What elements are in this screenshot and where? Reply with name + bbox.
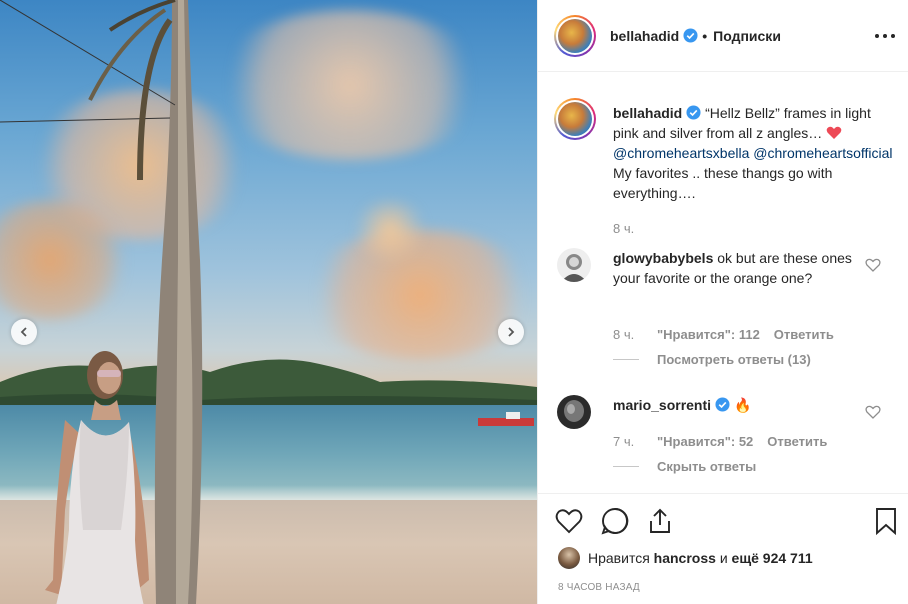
- separator-dot: •: [702, 27, 708, 44]
- comment-text: glowybabybels ok but are these ones your…: [613, 250, 852, 286]
- post-side-panel: bellahadid • Подписки bellahadid “Hellz …: [537, 0, 908, 604]
- person-figure: [45, 351, 149, 604]
- comment-likes[interactable]: "Нравится": 112: [657, 327, 760, 342]
- heart-icon[interactable]: [554, 506, 584, 536]
- view-replies-button[interactable]: Посмотреть ответы (13): [613, 352, 811, 367]
- reply-button[interactable]: Ответить: [767, 434, 827, 449]
- liker-avatar[interactable]: [558, 547, 580, 569]
- likes-count[interactable]: ещё 924 711: [732, 550, 813, 566]
- following-button[interactable]: Подписки: [713, 28, 781, 44]
- comment-icon[interactable]: [600, 506, 630, 536]
- verified-badge-icon: [683, 27, 698, 43]
- comment-meta: 7 ч. "Нравится": 52 Ответить: [613, 434, 827, 449]
- commenter-avatar[interactable]: [557, 395, 591, 429]
- comment-time[interactable]: 7 ч.: [613, 434, 657, 449]
- caption-avatar[interactable]: [554, 98, 596, 140]
- author-avatar[interactable]: [554, 14, 596, 57]
- author-username[interactable]: bellahadid: [610, 28, 698, 44]
- comment-username[interactable]: glowybabybels: [613, 250, 713, 266]
- caption-time[interactable]: 8 ч.: [613, 221, 634, 236]
- post-photo: [0, 0, 537, 604]
- next-photo-button[interactable]: [498, 319, 524, 345]
- comment-username[interactable]: mario_sorrenti: [613, 397, 711, 413]
- post-header: bellahadid • Подписки: [538, 0, 908, 72]
- more-options-icon[interactable]: [875, 26, 895, 46]
- caption-username[interactable]: bellahadid: [613, 105, 682, 121]
- comment-meta: 8 ч. "Нравится": 112 Ответить: [613, 327, 834, 342]
- chevron-right-icon: [508, 327, 515, 337]
- boat: [478, 412, 534, 426]
- caption-text: bellahadid “Hellz Bellz” frames in light…: [613, 103, 893, 203]
- photo-cloud: [350, 200, 430, 260]
- liker-username[interactable]: hancross: [654, 550, 716, 566]
- post-timestamp[interactable]: 8 ЧАСОВ НАЗАД: [558, 582, 640, 593]
- commenter-avatar[interactable]: [557, 248, 591, 282]
- mention-link[interactable]: @chromeheartsxbella: [613, 145, 749, 161]
- likes-summary: Нравится hancross и ещё 924 711: [558, 547, 813, 569]
- verified-badge-icon: [686, 105, 701, 120]
- comment-text: mario_sorrenti 🔥: [613, 395, 853, 415]
- comment-likes[interactable]: "Нравится": 52: [657, 434, 753, 449]
- previous-photo-button[interactable]: [11, 319, 37, 345]
- red-heart-emoji-icon: [826, 126, 842, 139]
- fire-emoji: 🔥: [733, 397, 752, 413]
- palm-fronds: [0, 0, 176, 181]
- reply-button[interactable]: Ответить: [774, 327, 834, 342]
- bookmark-icon[interactable]: [871, 506, 901, 536]
- comment-time[interactable]: 8 ч.: [613, 327, 657, 342]
- heart-icon[interactable]: [865, 405, 881, 419]
- chevron-left-icon: [20, 327, 27, 337]
- mention-link[interactable]: @chromeheartsofficial: [753, 145, 892, 161]
- post-actions: Нравится hancross и ещё 924 711 8 ЧАСОВ …: [538, 493, 908, 604]
- share-icon[interactable]: [645, 506, 675, 536]
- verified-badge-icon: [715, 397, 730, 412]
- heart-icon[interactable]: [865, 258, 881, 272]
- photo-cloud: [210, 10, 490, 160]
- comments-list: bellahadid “Hellz Bellz” frames in light…: [538, 73, 908, 493]
- caption-body: My favorites .. these thangs go with eve…: [613, 165, 833, 201]
- hide-replies-button[interactable]: Скрыть ответы: [613, 459, 756, 474]
